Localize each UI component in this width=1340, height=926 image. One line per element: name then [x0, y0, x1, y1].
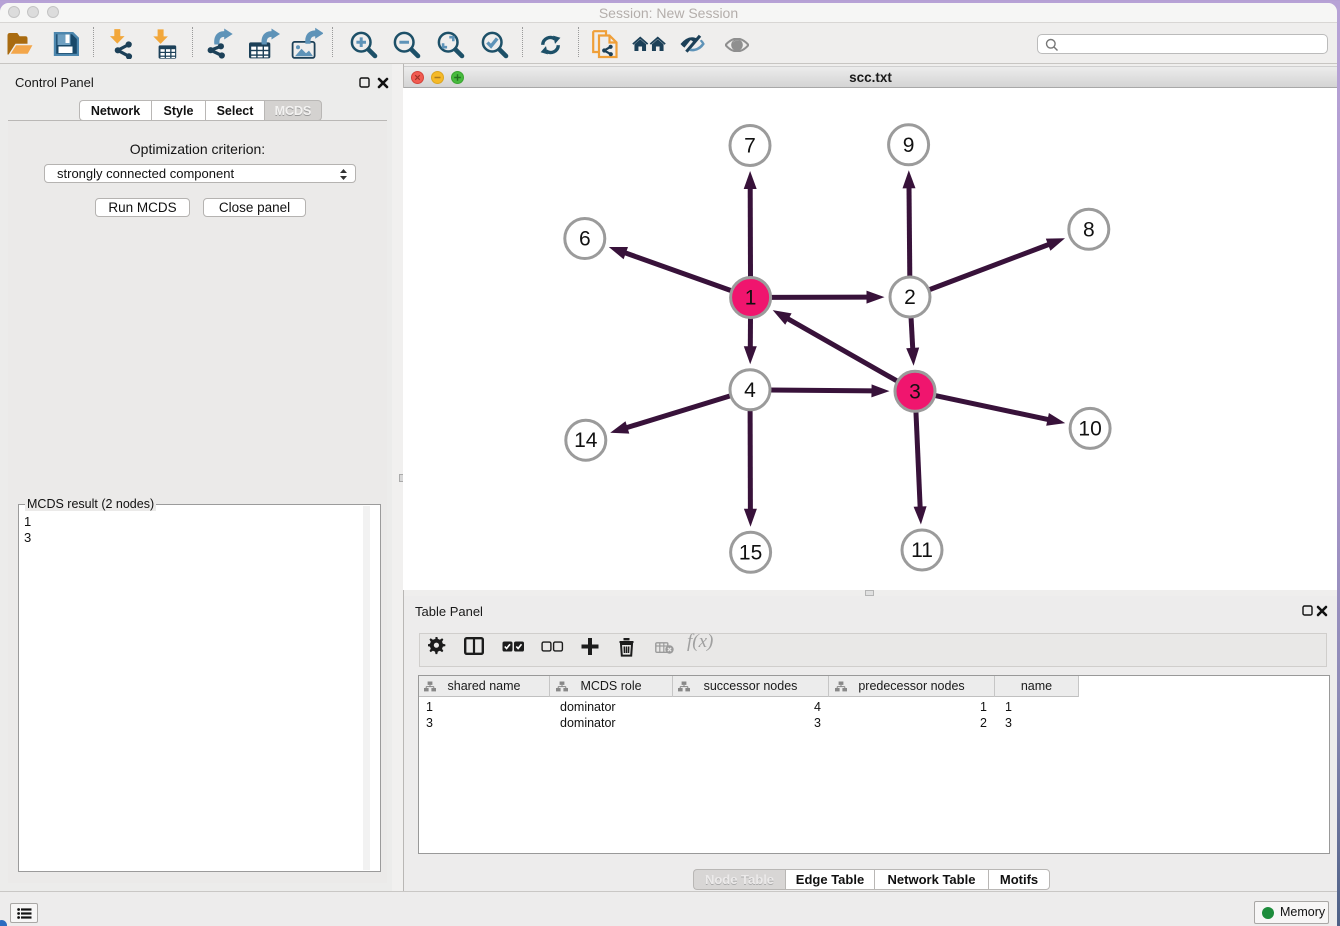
svg-text:3: 3 — [909, 380, 921, 403]
svg-text:14: 14 — [574, 429, 598, 452]
svg-text:1: 1 — [745, 287, 757, 310]
svg-text:2: 2 — [904, 286, 916, 309]
svg-text:6: 6 — [579, 228, 591, 251]
svg-text:15: 15 — [739, 541, 762, 564]
svg-text:4: 4 — [744, 379, 756, 402]
svg-text:11: 11 — [911, 539, 933, 562]
svg-text:10: 10 — [1078, 417, 1101, 440]
svg-text:7: 7 — [744, 135, 756, 158]
svg-text:8: 8 — [1083, 218, 1095, 241]
svg-text:9: 9 — [903, 134, 915, 157]
